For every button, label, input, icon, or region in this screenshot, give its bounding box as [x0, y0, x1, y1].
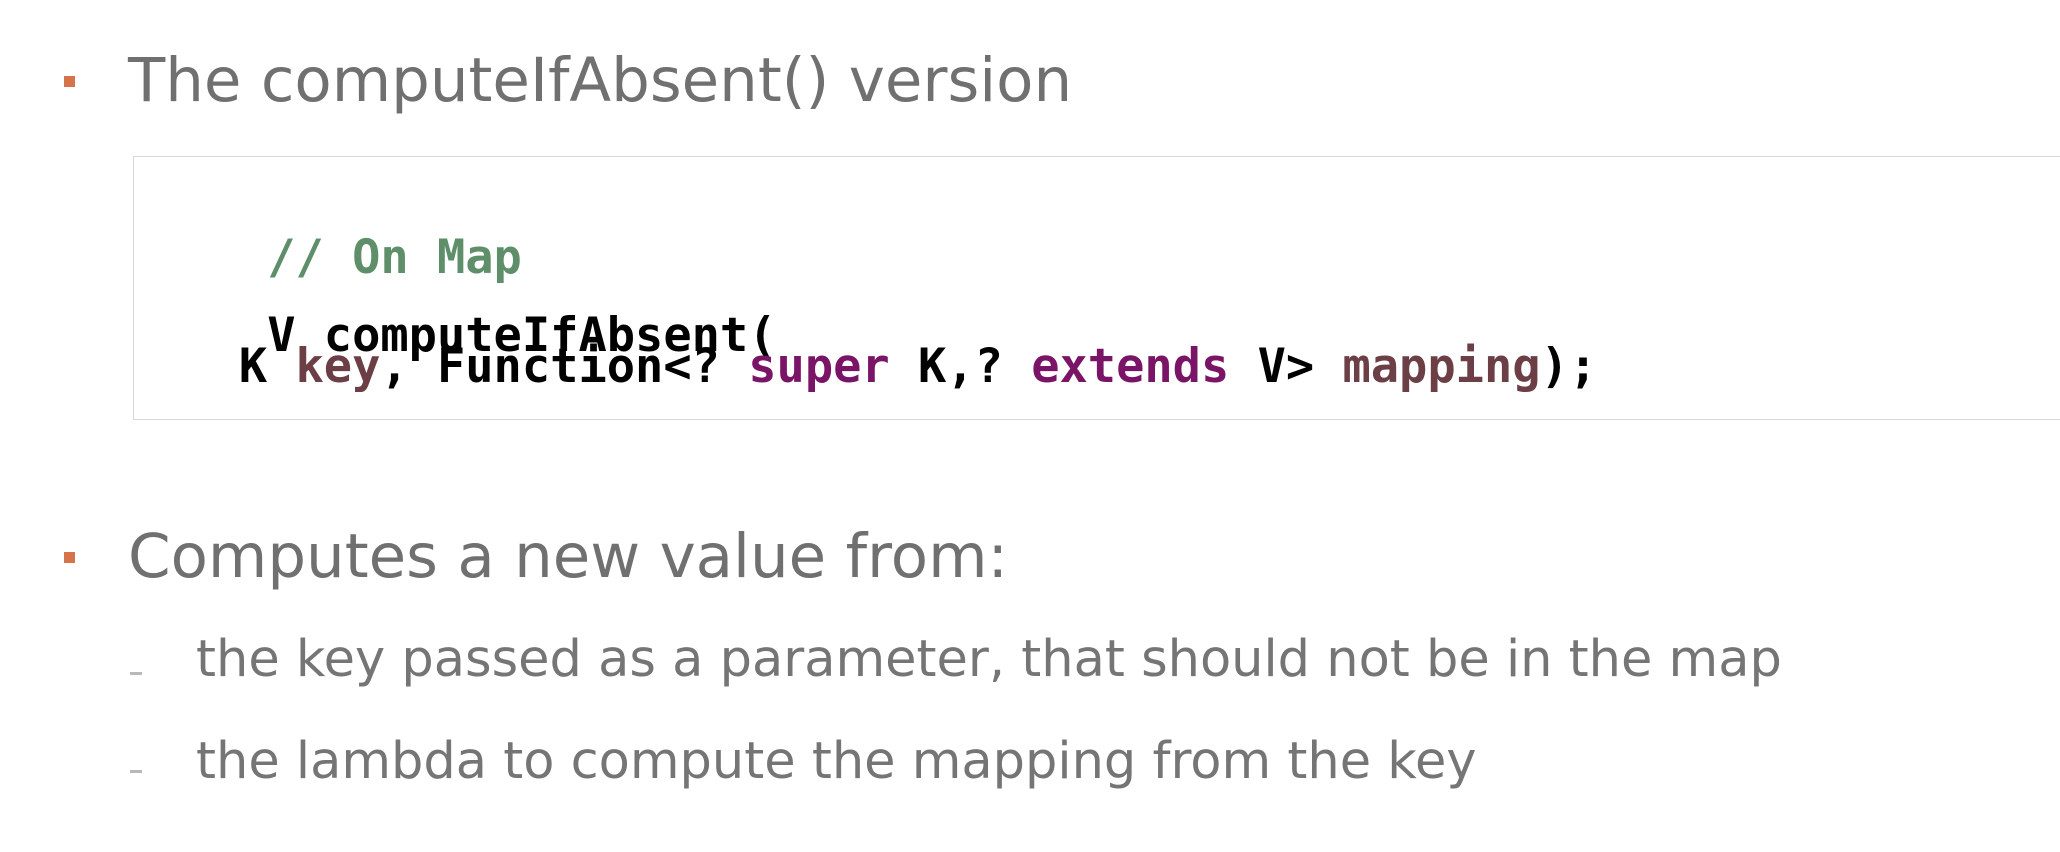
- code-block: // On Map V computeIfAbsent( K key, Func…: [133, 156, 2060, 420]
- heading-computes-new-value: Computes a new value from:: [128, 521, 1009, 592]
- code-keyword-super: super: [748, 339, 890, 394]
- code-function-type: , Function<?: [380, 339, 749, 394]
- code-param-mapping: mapping: [1342, 339, 1541, 394]
- sub-item-key-parameter: the key passed as a parameter, that shou…: [196, 630, 1782, 689]
- bullet-marker-1: [64, 76, 75, 87]
- dash-marker-2: [130, 770, 142, 773]
- code-type-v: V>: [1229, 339, 1343, 394]
- code-param-key: key: [295, 339, 381, 394]
- code-type-k: K: [238, 339, 296, 394]
- sub-item-lambda-mapping: the lambda to compute the mapping from t…: [196, 732, 1477, 791]
- heading-computeifabsent-version: The computeIfAbsent() version: [128, 45, 1073, 116]
- code-wildcard: K,?: [889, 339, 1032, 394]
- code-parameters-line: K key, Function<? super K,? extends V> m…: [154, 343, 1597, 390]
- code-statement-end: );: [1540, 339, 1598, 394]
- dash-marker-1: [130, 672, 142, 675]
- bullet-marker-2: [64, 552, 75, 563]
- code-keyword-extends: extends: [1031, 339, 1230, 394]
